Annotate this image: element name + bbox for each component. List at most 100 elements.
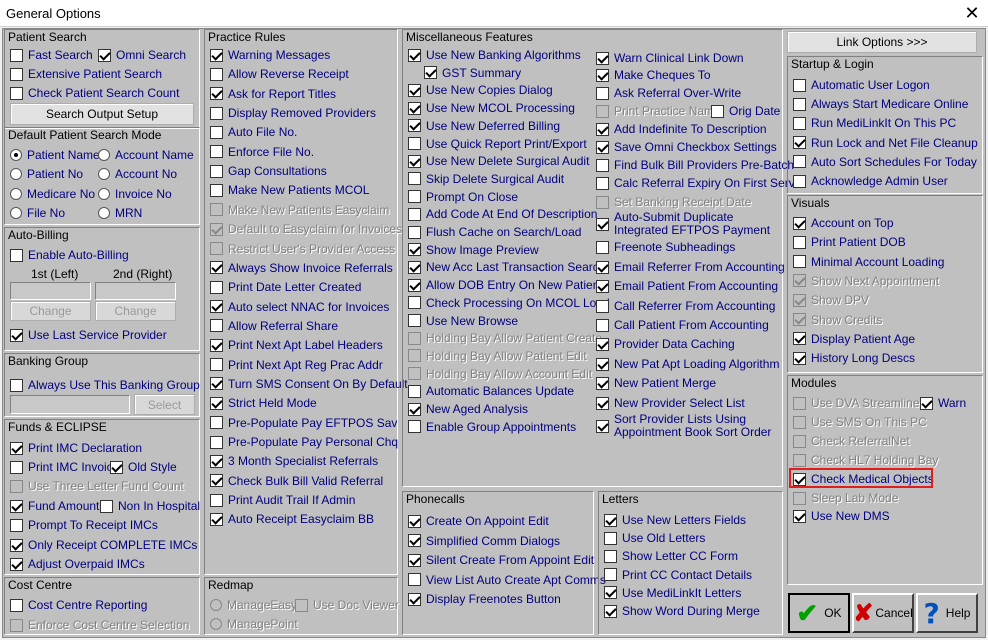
- misc-make-cheques-to-checkbox[interactable]: Make Cheques To: [596, 66, 711, 84]
- checkbox-box[interactable]: [210, 242, 223, 255]
- search-output-setup-button[interactable]: Search Output Setup: [10, 103, 194, 125]
- practice-strict-held-mode-checkbox[interactable]: Strict Held Mode: [210, 394, 317, 412]
- practice-always-show-invoice-referrals-checkbox[interactable]: Always Show Invoice Referrals: [210, 259, 393, 277]
- checkbox-box[interactable]: [793, 351, 806, 365]
- misc-flush-cache-on-search-load-checkbox[interactable]: Flush Cache on Search/Load: [408, 223, 581, 241]
- checkbox-box[interactable]: [210, 261, 223, 275]
- checkbox-box[interactable]: [408, 331, 421, 345]
- checkbox-box[interactable]: [408, 154, 421, 168]
- checkbox-box[interactable]: [596, 86, 609, 100]
- misc-holding-bay-allow-patient-edit-checkbox[interactable]: Holding Bay Allow Patient Edit: [408, 347, 587, 365]
- extensive-search-checkbox[interactable]: Extensive Patient Search: [10, 65, 162, 83]
- practice-check-bulk-bill-valid-referral-checkbox[interactable]: Check Bulk Bill Valid Referral: [210, 472, 383, 490]
- cost-centre-reporting-checkbox[interactable]: Cost Centre Reporting: [10, 596, 147, 614]
- enable-auto-billing-checkbox[interactable]: Enable Auto-Billing: [10, 246, 129, 264]
- only-receipt-complete-checkbox[interactable]: Only Receipt COMPLETE IMCs: [10, 536, 197, 554]
- checkbox-box[interactable]: [596, 158, 609, 172]
- checkbox-box[interactable]: [596, 104, 609, 118]
- checkbox-box[interactable]: [604, 568, 617, 582]
- checkbox-box[interactable]: [408, 573, 421, 586]
- checkbox-box[interactable]: [210, 222, 223, 236]
- practice-turn-sms-consent-on-by-default-checkbox[interactable]: Turn SMS Consent On By Default: [210, 375, 408, 393]
- checkbox-box[interactable]: [210, 416, 223, 430]
- checkbox-box[interactable]: [793, 509, 806, 523]
- checkbox-box[interactable]: [210, 454, 223, 468]
- misc-freenote-subheadings-checkbox[interactable]: Freenote Subheadings: [596, 238, 735, 256]
- checkbox-box[interactable]: [408, 296, 421, 310]
- misc-new-acc-last-transaction-search-checkbox[interactable]: New Acc Last Transaction Search: [408, 258, 605, 276]
- checkbox-box[interactable]: [210, 203, 223, 217]
- misc-holding-bay-allow-account-edit-checkbox[interactable]: Holding Bay Allow Account Edit: [408, 365, 592, 383]
- radio-medicare-no[interactable]: Medicare No: [10, 185, 95, 203]
- checkbox-box[interactable]: [793, 235, 806, 249]
- fast-search-checkbox[interactable]: Fast Search: [10, 46, 93, 64]
- checkbox-box[interactable]: [408, 592, 421, 606]
- checkbox-box[interactable]: [408, 83, 421, 97]
- misc-print-practice-name-checkbox[interactable]: Print Practice Name: [596, 102, 721, 120]
- checkbox-box[interactable]: [210, 300, 223, 314]
- checkbox-box[interactable]: [210, 183, 223, 197]
- checkbox-box[interactable]: [408, 514, 421, 528]
- misc-use-quick-report-print-export-checkbox[interactable]: Use Quick Report Print/Export: [408, 135, 587, 153]
- modules-use-new-dms-checkbox[interactable]: Use New DMS: [793, 507, 890, 525]
- misc-add-code-at-end-of-description-checkbox[interactable]: Add Code At End Of Description: [408, 205, 597, 223]
- practice-auto-select-nnac-for-invoices-checkbox[interactable]: Auto select NNAC for Invoices: [210, 298, 389, 316]
- misc-use-new-delete-surgical-audit-checkbox[interactable]: Use New Delete Surgical Audit: [408, 152, 589, 170]
- checkbox-box[interactable]: [793, 216, 806, 230]
- practice-make-new-patients-easyclaim-checkbox[interactable]: Make New Patients Easyclaim: [210, 201, 389, 219]
- phone-simplified-comm-dialogs-checkbox[interactable]: Simplified Comm Dialogs: [408, 532, 560, 550]
- checkbox-box[interactable]: [793, 155, 806, 169]
- misc-call-referrer-from-accounting-checkbox[interactable]: Call Referrer From Accounting: [596, 297, 775, 315]
- checkbox-box[interactable]: [210, 164, 223, 178]
- visuals-show-dpv-checkbox[interactable]: Show DPV: [793, 291, 869, 309]
- visuals-account-on-top-checkbox[interactable]: Account on Top: [793, 214, 894, 232]
- visuals-history-long-descs-checkbox[interactable]: History Long Descs: [793, 349, 915, 367]
- checkbox-box[interactable]: [408, 260, 421, 274]
- print-imc-invoice-checkbox[interactable]: Print IMC Invoice: [10, 458, 119, 476]
- checkbox-box[interactable]: [408, 367, 421, 381]
- checkbox-box[interactable]: [210, 435, 223, 449]
- practice-auto-receipt-easyclaim-bb-checkbox[interactable]: Auto Receipt Easyclaim BB: [210, 510, 374, 528]
- modules-check-referralnet-checkbox[interactable]: Check ReferralNet: [793, 432, 910, 450]
- help-button[interactable]: ? Help: [916, 593, 978, 633]
- visuals-display-patient-age-checkbox[interactable]: Display Patient Age: [793, 330, 915, 348]
- checkbox-box[interactable]: [210, 106, 223, 120]
- practice-default-to-easyclaim-for-invoices-checkbox[interactable]: Default to Easyclaim for Invoices: [210, 220, 402, 238]
- checkbox-box[interactable]: [408, 101, 421, 115]
- checkbox-box[interactable]: [210, 358, 223, 372]
- checkbox-box[interactable]: [210, 145, 223, 159]
- startup-auto-sort-schedules-for-today-checkbox[interactable]: Auto Sort Schedules For Today: [793, 153, 977, 171]
- startup-acknowledge-admin-user-checkbox[interactable]: Acknowledge Admin User: [793, 172, 948, 190]
- checkbox-box[interactable]: [604, 513, 617, 527]
- checkbox-box[interactable]: [408, 402, 421, 416]
- visuals-show-credits-checkbox[interactable]: Show Credits: [793, 311, 882, 329]
- checkbox-box[interactable]: [596, 260, 609, 274]
- checkbox-box[interactable]: [793, 396, 806, 410]
- checkbox-box[interactable]: [210, 474, 223, 488]
- letters-show-word-during-merge-checkbox[interactable]: Show Word During Merge: [604, 602, 760, 620]
- startup-run-lock-and-net-file-cleanup-checkbox[interactable]: Run Lock and Net File Cleanup: [793, 134, 978, 152]
- misc-show-image-preview-checkbox[interactable]: Show Image Preview: [408, 241, 539, 259]
- misc-provider-data-caching-checkbox[interactable]: Provider Data Caching: [596, 335, 735, 353]
- three-letter-fund-checkbox[interactable]: Use Three Letter Fund Count: [10, 477, 184, 495]
- startup-always-start-medicare-online-checkbox[interactable]: Always Start Medicare Online: [793, 95, 968, 113]
- radio-mrn[interactable]: MRN: [98, 204, 142, 222]
- checkbox-box[interactable]: [793, 293, 806, 307]
- startup-automatic-user-logon-checkbox[interactable]: Automatic User Logon: [793, 76, 930, 94]
- modules-check-hl7-holding-bay-checkbox[interactable]: Check HL7 Holding Bay: [793, 451, 938, 469]
- last-service-provider-checkbox[interactable]: Use Last Service Provider: [10, 326, 167, 344]
- checkbox-box[interactable]: [596, 195, 609, 209]
- checkbox-box[interactable]: [596, 279, 609, 293]
- banking-select-button[interactable]: Select: [134, 394, 195, 415]
- practice-ask-for-report-titles-checkbox[interactable]: Ask for Report Titles: [210, 85, 336, 103]
- radio-file-no[interactable]: File No: [10, 204, 65, 222]
- checkbox-box[interactable]: [920, 396, 933, 410]
- misc-use-new-banking-algorithms-checkbox[interactable]: Use New Banking Algorithms: [408, 46, 581, 64]
- visuals-show-next-appointment-checkbox[interactable]: Show Next Appointment: [793, 272, 939, 290]
- checkbox-box[interactable]: [793, 491, 806, 505]
- phone-display-freenotes-button-checkbox[interactable]: Display Freenotes Button: [408, 590, 561, 608]
- misc-new-aged-analysis-checkbox[interactable]: New Aged Analysis: [408, 400, 528, 418]
- letters-use-old-letters-checkbox[interactable]: Use Old Letters: [604, 529, 705, 547]
- checkbox-box[interactable]: [596, 318, 609, 332]
- phone-view-list-auto-create-apt-comms-checkbox[interactable]: View List Auto Create Apt Comms: [408, 571, 606, 589]
